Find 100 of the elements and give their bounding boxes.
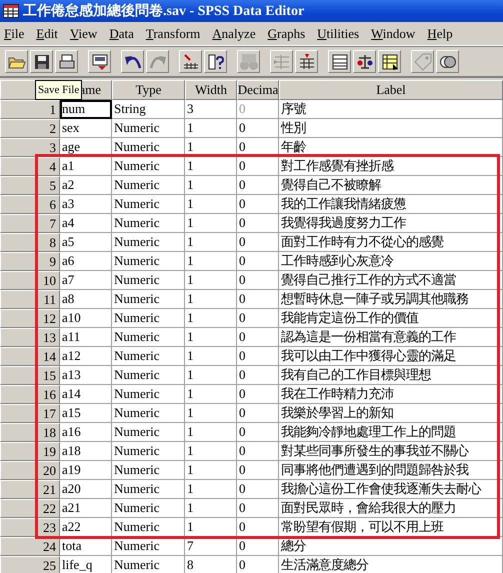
toolbar-button[interactable] <box>295 50 318 73</box>
table-cell: 1 <box>185 423 237 442</box>
row-header[interactable]: 22 <box>0 499 60 518</box>
row-header[interactable]: 24 <box>0 537 60 556</box>
table-cell: 1 <box>185 290 237 309</box>
table-cell: 1 <box>185 347 237 366</box>
table-cell: 覺得自己不被瞭解 <box>279 176 503 195</box>
table-cell: Numeric <box>112 252 185 271</box>
table-cell: a22 <box>60 518 112 537</box>
table-cell: Numeric <box>112 157 185 176</box>
toolbar-button[interactable] <box>353 50 376 73</box>
table-cell: 常盼望有假期，可以不用上班 <box>279 518 503 537</box>
tag-icon <box>414 52 432 70</box>
table-cell: 0 <box>237 385 279 404</box>
table-cell: 8 <box>185 556 237 573</box>
row-header[interactable]: 20 <box>0 461 60 480</box>
table-cell: a11 <box>60 328 112 347</box>
row-header[interactable]: 12 <box>0 309 60 328</box>
toolbar-button[interactable] <box>121 50 144 73</box>
row-header[interactable]: 23 <box>0 518 60 537</box>
menu-item[interactable]: Transform <box>146 26 200 42</box>
toolbar-button[interactable] <box>5 50 28 73</box>
table-cell: 我覺得我過度努力工作 <box>279 214 503 233</box>
table-cell: Numeric <box>112 214 185 233</box>
table-cell: 1 <box>185 176 237 195</box>
column-header[interactable]: Width <box>185 80 237 100</box>
table-cell: 0 <box>237 195 279 214</box>
row-header[interactable]: 21 <box>0 480 60 499</box>
table-cell: a6 <box>60 252 112 271</box>
row-header[interactable]: 16 <box>0 385 60 404</box>
table-cell: Numeric <box>112 176 185 195</box>
table-cell: 0 <box>237 100 279 119</box>
table-cell: a7 <box>60 271 112 290</box>
row-header[interactable]: 18 <box>0 423 60 442</box>
table-cell: Numeric <box>112 518 185 537</box>
row-header[interactable]: 9 <box>0 252 60 271</box>
toolbar-button[interactable] <box>30 50 53 73</box>
table-cell: a4 <box>60 214 112 233</box>
menu-item[interactable]: Edit <box>36 26 58 42</box>
row-header[interactable]: 19 <box>0 442 60 461</box>
row-header[interactable]: 13 <box>0 328 60 347</box>
row-header[interactable]: 11 <box>0 290 60 309</box>
table-cell: 1 <box>185 119 237 138</box>
row-header[interactable]: 2 <box>0 119 60 138</box>
column-header[interactable]: Type <box>112 80 185 100</box>
table-cell: Numeric <box>112 404 185 423</box>
row-header[interactable]: 1 <box>0 100 60 119</box>
row-header[interactable]: 17 <box>0 404 60 423</box>
toolbar-button[interactable] <box>179 50 202 73</box>
row-header[interactable]: 8 <box>0 233 60 252</box>
table-cell: 面對民眾時，會給我很大的壓力 <box>279 499 503 518</box>
table-cell: 1 <box>185 404 237 423</box>
row-header[interactable]: 6 <box>0 195 60 214</box>
table-cell: 1 <box>185 442 237 461</box>
menu-item[interactable]: Window <box>371 26 416 42</box>
table-cell: 0 <box>237 556 279 573</box>
table-cell: 0 <box>237 423 279 442</box>
table-cell: Numeric <box>112 423 185 442</box>
table-cell: Numeric <box>112 309 185 328</box>
table-cell: Numeric <box>112 328 185 347</box>
toolbar-button[interactable] <box>378 50 401 73</box>
table-cell: Numeric <box>112 461 185 480</box>
menu-item[interactable]: Help <box>427 26 453 42</box>
row-header[interactable]: 10 <box>0 271 60 290</box>
table-cell: 0 <box>237 328 279 347</box>
menu-item[interactable]: File <box>4 26 24 42</box>
column-header[interactable]: Label <box>279 80 503 100</box>
table-cell: 1 <box>185 499 237 518</box>
table-cell: Numeric <box>112 366 185 385</box>
row-header[interactable]: 14 <box>0 347 60 366</box>
menu-item[interactable]: Analyze <box>212 26 256 42</box>
insert-row-icon <box>272 52 290 70</box>
table-cell: 我樂於學習上的新知 <box>279 404 503 423</box>
table-cell: Numeric <box>112 195 185 214</box>
menu-item[interactable]: Graphs <box>268 26 306 42</box>
row-header[interactable]: 7 <box>0 214 60 233</box>
toolbar-button[interactable] <box>328 50 351 73</box>
row-header[interactable]: 4 <box>0 157 60 176</box>
table-cell: Numeric <box>112 499 185 518</box>
table-cell: 1 <box>185 233 237 252</box>
toolbar-button[interactable] <box>55 50 78 73</box>
toolbar-button[interactable] <box>204 50 227 73</box>
menu-item[interactable]: Utilities <box>317 26 360 42</box>
table-cell: 1 <box>185 518 237 537</box>
row-header[interactable]: 25 <box>0 556 60 573</box>
toolbar-button[interactable] <box>436 50 459 73</box>
row-header[interactable]: 3 <box>0 138 60 157</box>
row-header[interactable]: 5 <box>0 176 60 195</box>
table-cell: a5 <box>60 233 112 252</box>
table-cell: Numeric <box>112 119 185 138</box>
table-cell: String <box>112 100 185 119</box>
toolbar-button[interactable] <box>88 50 111 73</box>
menu-item[interactable]: Data <box>109 26 134 42</box>
table-cell: 0 <box>237 347 279 366</box>
menu-item[interactable]: View <box>70 26 98 42</box>
table-cell: a19 <box>60 461 112 480</box>
column-header[interactable]: Decima <box>237 80 279 100</box>
row-header[interactable]: 15 <box>0 366 60 385</box>
table-cell: 1 <box>185 252 237 271</box>
grid-icon <box>330 52 348 70</box>
